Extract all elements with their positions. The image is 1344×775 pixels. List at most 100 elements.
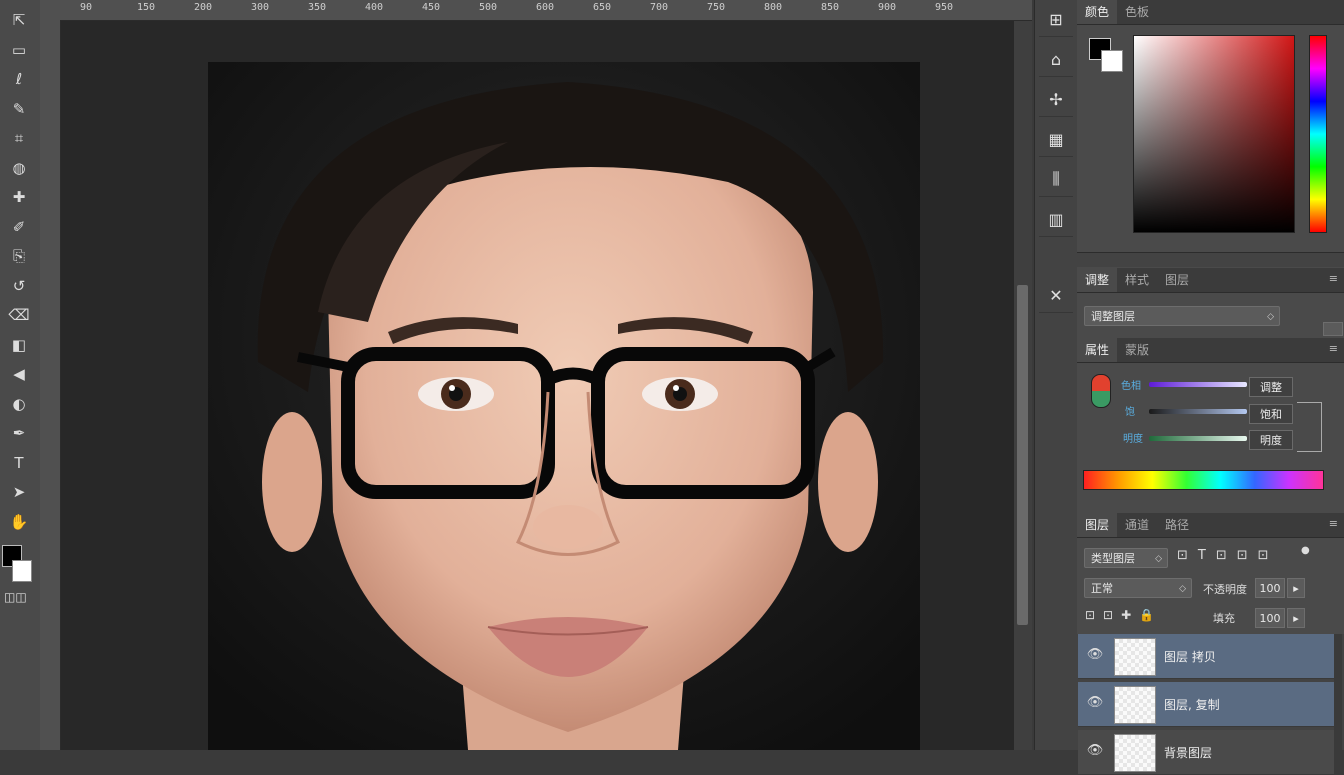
layers-panel-tabs: 图层 通道 路径 ≡ bbox=[1077, 513, 1344, 538]
layer-thumbnail bbox=[1114, 734, 1156, 772]
blur-tool[interactable]: ◀ bbox=[6, 362, 32, 386]
panel-menu-icon[interactable]: ≡ bbox=[1329, 272, 1338, 285]
ruler-tick-label: 900 bbox=[878, 2, 897, 13]
color-picker-field[interactable] bbox=[1133, 35, 1295, 233]
history-icon[interactable]: ⊞ bbox=[1039, 2, 1073, 37]
channels-icon[interactable]: ▦ bbox=[1039, 122, 1073, 157]
panel-menu-icon-2[interactable]: ≡ bbox=[1329, 342, 1338, 355]
tab-channels[interactable]: 通道 bbox=[1117, 513, 1157, 537]
hue-slider[interactable] bbox=[1309, 35, 1327, 233]
clone-tool[interactable]: ⎘ bbox=[6, 244, 32, 268]
visibility-eye-icon[interactable]: 👁 bbox=[1086, 743, 1104, 761]
tab-adjustments[interactable]: 调整 bbox=[1077, 268, 1118, 292]
panel-menu-icon-3[interactable]: ≡ bbox=[1329, 517, 1338, 530]
healing-tool[interactable]: ✚ bbox=[6, 185, 32, 209]
visibility-eye-icon[interactable]: 👁 bbox=[1086, 647, 1104, 665]
tab-styles[interactable]: 样式 bbox=[1117, 268, 1157, 292]
spectrum-bar[interactable] bbox=[1083, 470, 1324, 490]
chevron-down-icon: ◇ bbox=[1155, 554, 1162, 564]
hue-value[interactable]: 调整 bbox=[1249, 377, 1293, 397]
ruler-tick-label: 750 bbox=[707, 2, 726, 13]
gradient-tool[interactable]: ◧ bbox=[6, 333, 32, 357]
fill-label: 填充 bbox=[1213, 612, 1235, 625]
hue-track[interactable] bbox=[1149, 382, 1247, 387]
dodge-tool[interactable]: ◐ bbox=[6, 392, 32, 416]
move-tool[interactable]: ⇱ bbox=[6, 8, 32, 32]
tab-layers-alt[interactable]: 图层 bbox=[1157, 268, 1197, 292]
opacity-label: 不透明度 bbox=[1203, 583, 1247, 596]
histogram-icon[interactable]: ▥ bbox=[1039, 202, 1073, 237]
saturation-value[interactable]: 饱和 bbox=[1249, 404, 1293, 424]
type-tool[interactable]: T bbox=[6, 451, 32, 475]
layer-name: 背景图层 bbox=[1164, 746, 1213, 760]
visibility-eye-icon[interactable]: 👁 bbox=[1086, 695, 1104, 713]
adjust-icon[interactable]: ✢ bbox=[1039, 82, 1073, 117]
ruler-tick-label: 500 bbox=[479, 2, 498, 13]
path-select-tool[interactable]: ➤ bbox=[6, 480, 32, 504]
ruler-tick-label: 450 bbox=[422, 2, 441, 13]
panel-icon-column: ⊞ ⌂ ✢ ▦ ⫼ ▥ ✕ bbox=[1034, 0, 1078, 750]
adjustment-dropdown-value: 调整图层 bbox=[1091, 310, 1135, 323]
crop-tool[interactable]: ⌗ bbox=[6, 126, 32, 150]
lock-icons[interactable]: ⊡⊡✚🔒 bbox=[1085, 608, 1162, 622]
quick-mask-icon[interactable]: ◫◫ bbox=[4, 590, 27, 604]
adjust-options-icon[interactable] bbox=[1323, 322, 1343, 336]
layer-kind-dropdown[interactable]: 类型图层 ◇ bbox=[1084, 548, 1168, 568]
tab-layers[interactable]: 图层 bbox=[1077, 513, 1118, 537]
tab-properties[interactable]: 属性 bbox=[1077, 338, 1118, 362]
tab-color[interactable]: 颜色 bbox=[1077, 0, 1118, 24]
color-bg-swatch[interactable] bbox=[1101, 50, 1123, 72]
lightness-value[interactable]: 明度 bbox=[1249, 430, 1293, 450]
layer-list-scrollbar[interactable] bbox=[1334, 634, 1342, 750]
chevron-down-icon: ◇ bbox=[1267, 312, 1274, 322]
tab-masks[interactable]: 蒙版 bbox=[1117, 338, 1157, 362]
brush-tool[interactable]: ✐ bbox=[6, 215, 32, 239]
brush-settings-icon[interactable]: ✕ bbox=[1039, 278, 1073, 313]
layer-filter-icons[interactable]: ⊡T⊡⊡⊡ bbox=[1177, 548, 1279, 563]
saturation-track[interactable] bbox=[1149, 409, 1247, 414]
pen-tool[interactable]: ✒ bbox=[6, 421, 32, 445]
paths-icon[interactable]: ⫼ bbox=[1039, 162, 1073, 197]
lasso-tool[interactable]: ℓ bbox=[6, 67, 32, 91]
marquee-tool[interactable]: ▭ bbox=[6, 38, 32, 62]
eyedropper-tool[interactable]: ◍ bbox=[6, 156, 32, 180]
blend-mode-value: 正常 bbox=[1091, 582, 1113, 595]
eraser-tool[interactable]: ⌫ bbox=[6, 303, 32, 327]
adjustment-dropdown[interactable]: 调整图层 ◇ bbox=[1084, 306, 1280, 326]
fill-arrow-icon[interactable]: ▸ bbox=[1287, 608, 1305, 628]
lightness-track[interactable] bbox=[1149, 436, 1247, 441]
layer-name: 图层, 复制 bbox=[1164, 698, 1220, 712]
tab-swatches[interactable]: 色板 bbox=[1117, 0, 1157, 24]
quick-select-tool[interactable]: ✎ bbox=[6, 97, 32, 121]
color-panel-divider bbox=[1077, 252, 1344, 267]
ruler-vertical bbox=[40, 20, 61, 750]
ruler-tick-label: 90 bbox=[80, 2, 93, 13]
portrait-photo bbox=[208, 62, 920, 750]
opacity-value[interactable]: 100 bbox=[1255, 578, 1285, 598]
opacity-arrow-icon[interactable]: ▸ bbox=[1287, 578, 1305, 598]
document-image[interactable] bbox=[208, 62, 920, 750]
filter-toggle-icon[interactable]: ● bbox=[1301, 545, 1310, 556]
hand-tool[interactable]: ✋ bbox=[6, 510, 32, 534]
adjust-panel-tabs: 调整 样式 图层 ≡ bbox=[1077, 268, 1344, 293]
ruler-tick-label: 950 bbox=[935, 2, 954, 13]
tools-toolbar: ⇱ ▭ ℓ ✎ ⌗ ◍ ✚ ✐ ⎘ ↺ ⌫ ◧ ◀ ◐ ✒ T ➤ ✋ ◫◫ bbox=[0, 0, 41, 750]
blend-mode-dropdown[interactable]: 正常 ◇ bbox=[1084, 578, 1192, 598]
layer-row[interactable]: 👁 图层, 复制 bbox=[1078, 682, 1334, 727]
layer-row[interactable]: 👁 背景图层 bbox=[1078, 730, 1334, 775]
hsl-panel-tabs: 属性 蒙版 ≡ bbox=[1077, 338, 1344, 363]
layer-list: 👁 图层 拷贝 👁 图层, 复制 👁 背景图层 bbox=[1077, 634, 1344, 775]
history-brush-tool[interactable]: ↺ bbox=[6, 274, 32, 298]
properties-icon[interactable]: ⌂ bbox=[1039, 42, 1073, 77]
ruler-horizontal: 90 150 200 300 350 400 450 500 600 650 700 750 800 85… bbox=[40, 0, 1032, 21]
ruler-tick-label: 300 bbox=[251, 2, 270, 13]
fill-value[interactable]: 100 bbox=[1255, 608, 1285, 628]
background-color-swatch[interactable] bbox=[12, 560, 32, 582]
tab-paths[interactable]: 路径 bbox=[1157, 513, 1197, 537]
canvas-scrollbar-thumb[interactable] bbox=[1017, 285, 1028, 625]
layer-row[interactable]: 👁 图层 拷贝 bbox=[1078, 634, 1334, 679]
ruler-tick-label: 200 bbox=[194, 2, 213, 13]
ruler-tick-label: 650 bbox=[593, 2, 612, 13]
layer-thumbnail bbox=[1114, 686, 1156, 724]
hsl-bracket bbox=[1297, 402, 1322, 452]
